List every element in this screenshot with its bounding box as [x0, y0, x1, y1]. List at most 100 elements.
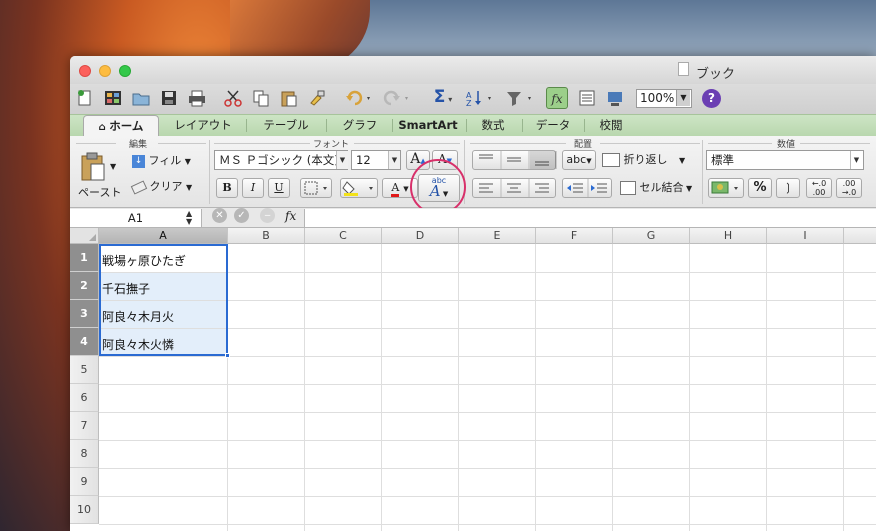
column-header-j[interactable] — [844, 228, 876, 244]
cut-icon[interactable] — [222, 87, 244, 109]
media-browser-icon[interactable] — [604, 87, 626, 109]
horizontal-align-icons — [479, 179, 549, 197]
bold-button[interactable]: B — [216, 178, 238, 198]
select-all-button[interactable] — [70, 228, 99, 244]
print-icon[interactable] — [186, 87, 208, 109]
row-header-1[interactable]: 1 — [70, 244, 99, 272]
underline-button[interactable]: U — [268, 178, 290, 198]
row-header-5[interactable]: 5 — [70, 356, 99, 384]
row-header-10[interactable]: 10 — [70, 496, 99, 524]
tab-formulas[interactable]: 数式 — [472, 115, 514, 136]
column-header-i[interactable]: I — [767, 228, 844, 244]
confirm-formula-icon[interactable]: ✓ — [234, 208, 249, 223]
tab-home[interactable]: ⌂ ホーム — [83, 115, 159, 136]
zoom-dropdown-arrow-icon[interactable]: ▼ — [676, 90, 690, 106]
minimize-window-button[interactable] — [99, 65, 111, 77]
italic-button[interactable]: I — [242, 178, 264, 198]
row-header-7[interactable]: 7 — [70, 412, 99, 440]
tab-data[interactable]: データ — [528, 115, 578, 136]
row-header-3[interactable]: 3 — [70, 300, 99, 328]
spreadsheet-grid[interactable]: A B C D E F G H I 1 2 3 4 5 6 7 8 9 10 戦… — [70, 228, 876, 531]
row-header-4[interactable]: 4 — [70, 328, 99, 356]
autosum-icon[interactable]: Σ ▾ — [428, 87, 458, 109]
ribbon-home: 編集 ▼ ペースト ↓ フィル ▼ クリア ▼ フォント ＭＳ Ｐゴシック (本… — [70, 136, 876, 208]
close-window-button[interactable] — [79, 65, 91, 77]
cancel-formula-icon[interactable]: ✕ — [212, 208, 227, 223]
comma-label: ❳ — [783, 181, 793, 194]
sort-icon[interactable]: AZ — [464, 87, 496, 109]
paste-dropdown-arrow-icon[interactable]: ▼ — [110, 158, 116, 176]
horizontal-align-group — [472, 178, 556, 198]
help-icon[interactable]: ? — [702, 89, 721, 108]
currency-format-button[interactable] — [708, 178, 744, 198]
row-header-9[interactable]: 9 — [70, 468, 99, 496]
column-header-e[interactable]: E — [459, 228, 536, 244]
formula-input[interactable] — [304, 209, 876, 227]
percent-button[interactable]: % — [748, 178, 772, 198]
fill-dropdown-arrow-icon: ▼ — [184, 157, 191, 166]
group-title-line — [354, 143, 460, 144]
number-format-value: 標準 — [711, 153, 734, 167]
column-header-c[interactable]: C — [305, 228, 382, 244]
column-header-h[interactable]: H — [690, 228, 767, 244]
column-header-d[interactable]: D — [382, 228, 459, 244]
gallery-icon[interactable] — [102, 87, 124, 109]
formula-builder-icon[interactable]: fx — [546, 87, 568, 109]
paste-large-icon[interactable] — [80, 152, 106, 182]
group-title-line — [708, 143, 772, 144]
grid-line — [612, 244, 613, 531]
row-header-8[interactable]: 8 — [70, 440, 99, 468]
svg-text:Z: Z — [466, 99, 472, 107]
decrease-decimal-button[interactable]: .00 →.0 — [836, 178, 862, 198]
indent-icons — [567, 179, 607, 197]
save-icon[interactable] — [158, 87, 180, 109]
redo-icon[interactable] — [382, 87, 412, 109]
borders-button[interactable] — [300, 178, 332, 198]
column-header-b[interactable]: B — [228, 228, 305, 244]
name-box[interactable]: A1 — [70, 209, 202, 227]
fill-color-button[interactable] — [340, 178, 378, 198]
insert-function-button[interactable]: fx — [285, 209, 296, 223]
number-format-select[interactable]: 標準 — [706, 150, 864, 170]
wrap-text-button[interactable]: 折り返し ▼ — [602, 151, 698, 170]
number-format-dropdown-icon[interactable]: ▼ — [850, 151, 862, 169]
grid-line — [99, 412, 876, 413]
font-name-select[interactable]: ＭＳ Ｐゴシック (本文) — [214, 150, 348, 170]
excel-window: ブック Σ ▾ A Z fx 100% ▼ ? ⌂ ホーム レイアウト テーブル… — [70, 56, 876, 531]
toolbox-icon[interactable] — [576, 87, 598, 109]
paste-label[interactable]: ペースト — [78, 184, 121, 202]
row-header-6[interactable]: 6 — [70, 384, 99, 412]
column-header-f[interactable]: F — [536, 228, 613, 244]
row-header-2[interactable]: 2 — [70, 272, 99, 300]
column-header-g[interactable]: G — [613, 228, 690, 244]
tab-layout[interactable]: レイアウト — [166, 115, 240, 136]
tab-smartart[interactable]: SmartArt — [396, 115, 460, 136]
undo-icon[interactable] — [344, 87, 374, 109]
tab-table[interactable]: テーブル — [252, 115, 320, 136]
column-header-a[interactable]: A — [99, 228, 228, 244]
name-box-spinner-icon[interactable]: ▲ ▼ — [186, 210, 192, 226]
font-size-dropdown-icon[interactable]: ▼ — [388, 151, 400, 169]
font-name-dropdown-icon[interactable]: ▼ — [336, 151, 348, 169]
merge-cells-button[interactable]: セル結合 ▼ — [620, 179, 700, 198]
merge-cells-icon — [620, 181, 636, 195]
maximize-window-button[interactable] — [119, 65, 131, 77]
comma-style-button[interactable]: ❳ — [776, 178, 800, 198]
tab-chart[interactable]: グラフ — [332, 115, 388, 136]
indent-buttons[interactable] — [562, 178, 612, 198]
formula-option-icon[interactable]: ‒ — [260, 208, 275, 223]
fill-handle[interactable] — [225, 353, 230, 358]
paste-icon[interactable] — [278, 87, 300, 109]
tab-review[interactable]: 校閲 — [588, 115, 634, 136]
orientation-button[interactable]: abc▼ — [562, 150, 596, 170]
new-document-icon[interactable] — [74, 87, 96, 109]
clear-button[interactable]: クリア ▼ — [130, 178, 202, 197]
copy-icon[interactable] — [250, 87, 272, 109]
open-folder-icon[interactable] — [130, 87, 152, 109]
increase-decimal-button[interactable]: ←.0.00 — [806, 178, 832, 198]
filter-icon[interactable] — [504, 87, 536, 109]
fill-button[interactable]: ↓ フィル ▼ — [132, 152, 202, 171]
grid-line — [99, 496, 876, 497]
format-painter-icon[interactable] — [306, 87, 328, 109]
borders-icon — [304, 181, 327, 195]
